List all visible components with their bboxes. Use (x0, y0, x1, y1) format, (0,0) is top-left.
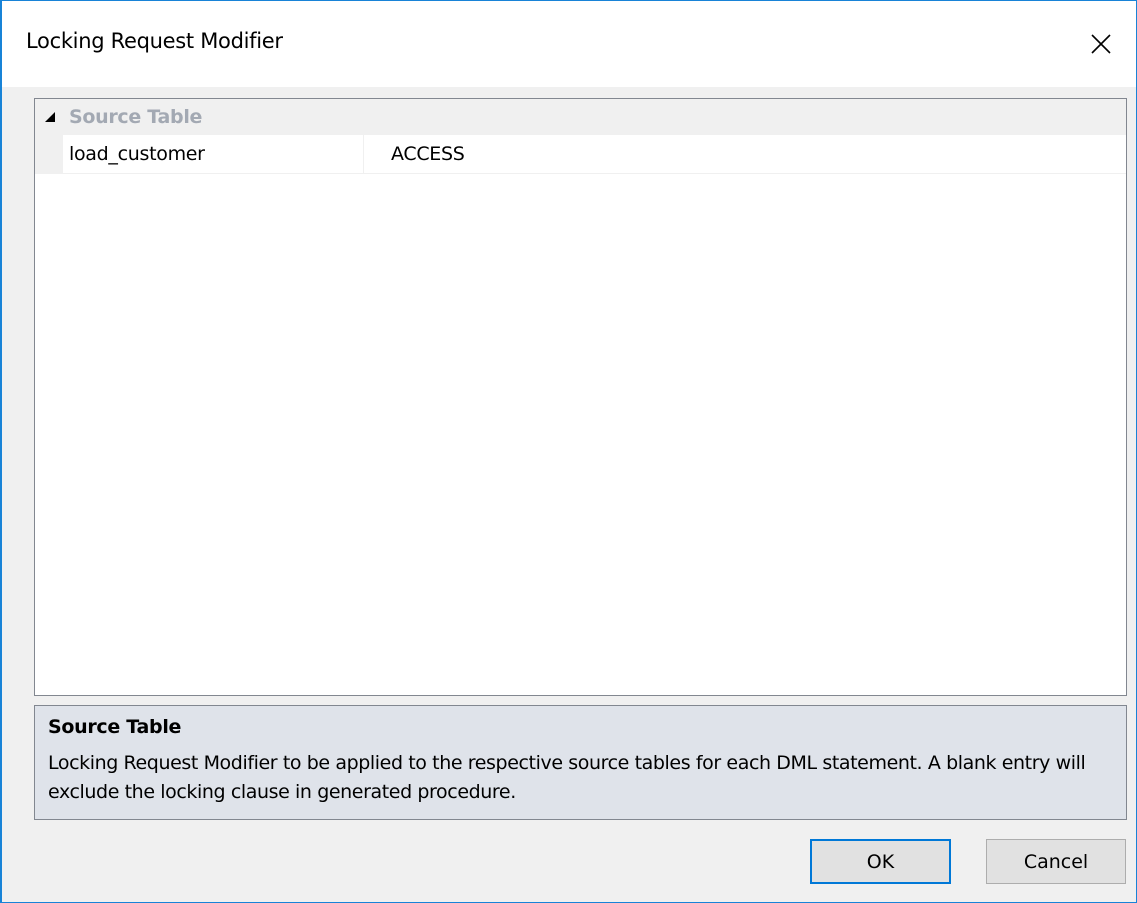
help-panel: Source Table Locking Request Modifier to… (34, 705, 1127, 820)
title-bar: Locking Request Modifier (2, 1, 1136, 87)
property-row: load_customer ACCESS (35, 135, 1126, 174)
locking-request-modifier-dialog: Locking Request Modifier Source Table lo… (0, 0, 1137, 903)
property-grid: Source Table load_customer ACCESS (34, 98, 1127, 696)
property-value: ACCESS (391, 143, 465, 165)
category-label: Source Table (69, 106, 203, 128)
help-title: Source Table (48, 716, 182, 738)
collapse-triangle-icon[interactable] (44, 111, 56, 123)
property-value-cell[interactable]: ACCESS (364, 135, 1126, 173)
property-row-margin (35, 135, 63, 173)
category-row-source-table[interactable]: Source Table (35, 99, 1126, 135)
ok-button[interactable]: OK (810, 839, 951, 884)
close-icon (1091, 34, 1111, 54)
cancel-button[interactable]: Cancel (986, 839, 1126, 884)
close-button[interactable] (1066, 9, 1136, 79)
property-name-cell[interactable]: load_customer (63, 135, 364, 173)
property-name: load_customer (69, 143, 205, 165)
help-description: Locking Request Modifier to be applied t… (48, 752, 1086, 803)
window-title: Locking Request Modifier (26, 29, 283, 53)
